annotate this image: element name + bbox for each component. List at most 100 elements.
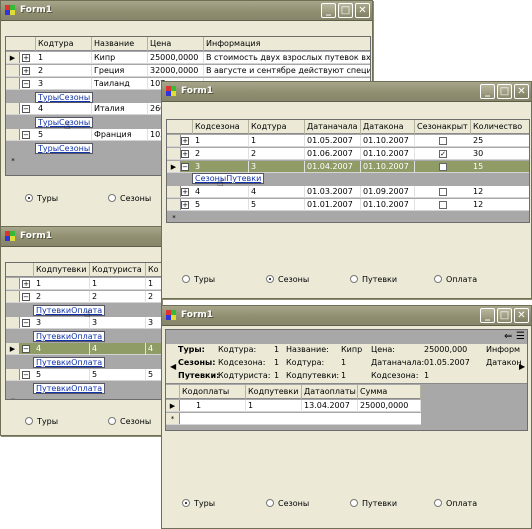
title-bar[interactable]: Form1 _ □ ✕ [162,82,531,102]
radio-tours[interactable]: Туры [182,499,215,508]
asterisk-icon: * [6,155,20,167]
col-header[interactable]: Кодоплаты [180,385,246,399]
maximize-icon[interactable]: □ [338,3,353,18]
closed-checkbox[interactable] [439,188,447,196]
plus-icon[interactable]: + [181,188,189,196]
form-icon [5,5,16,16]
closed-checkbox[interactable] [439,163,447,171]
table-row[interactable]: + 2 2 01.06.2007 01.10.2007 ✓ 30 [167,148,529,160]
relation-link-seasons-vouchers[interactable]: СезоныПутевки [192,173,265,184]
table-row[interactable]: + 2 Греция 32000,0000 В августе и сентяб… [6,65,370,77]
minus-icon[interactable]: − [181,163,189,171]
minus-icon[interactable]: − [22,293,30,301]
title-bar[interactable]: Form1 _ □ ✕ [1,1,372,21]
col-header[interactable]: Информация [204,37,370,51]
minus-icon[interactable]: − [22,371,30,379]
col-header[interactable]: Кодтура [249,120,305,134]
table-row[interactable]: ▶ + 1 Кипр 25000,0000 В стоимость двух в… [6,52,370,64]
radio-payment[interactable]: Оплата [434,499,477,508]
close-icon[interactable]: ✕ [355,3,370,18]
plus-icon[interactable]: + [181,150,189,158]
asterisk-icon: * [167,212,181,222]
title-bar[interactable]: Form1 _ □ ✕ [162,306,531,326]
minimize-icon[interactable]: _ [480,84,495,99]
triangle-right-icon: ▶ [167,161,181,172]
form1-window-seasons: Form1 _ □ ✕ Кодсезона Кодтура Датаначала… [161,81,532,299]
minimize-icon[interactable]: _ [480,308,495,323]
radio-tours[interactable]: Туры [25,417,58,426]
col-header[interactable]: Кодтуриста [90,263,146,277]
col-header[interactable]: Название [92,37,148,51]
col-header[interactable]: Кодсезона [193,120,249,134]
table-row[interactable]: + 1 1 1 [6,278,161,290]
relation-link-vouchers-payment[interactable]: ПутевкиОплата [33,331,106,342]
back-arrow-icon[interactable]: ⇐ [504,331,512,342]
radio-vouchers[interactable]: Путевки [350,499,397,508]
grid-header: Кодсезона Кодтура Датаначала Датакона Се… [167,120,529,134]
form-icon [5,231,16,242]
minimize-icon[interactable]: _ [321,3,336,18]
minus-icon[interactable]: − [22,105,30,113]
seasons-grid[interactable]: Кодсезона Кодтура Датаначала Датакона Се… [166,119,530,223]
close-icon[interactable]: ✕ [514,84,529,99]
table-row[interactable]: − 2 2 2 [6,291,161,303]
minus-icon[interactable]: − [22,345,30,353]
radio-tours[interactable]: Туры [25,194,58,203]
radio-seasons[interactable]: Сезоны [266,499,309,508]
col-header[interactable]: Ко [146,263,161,277]
col-header[interactable]: Датаначала [305,120,361,134]
vouchers-grid[interactable]: Кодпутевки Кодтуриста Ко + 1 1 1 − 2 2 2… [5,262,161,400]
maximize-icon[interactable]: □ [497,308,512,323]
col-header[interactable]: Сумма [358,385,421,399]
radio-tours[interactable]: Туры [182,275,215,284]
plus-icon[interactable]: + [181,137,189,145]
window-title: Form1 [181,86,214,96]
asterisk-icon: * [166,413,180,424]
close-icon[interactable]: ✕ [514,308,529,323]
col-header[interactable]: Цена [148,37,204,51]
col-header[interactable]: Кодтура [36,37,92,51]
grid-header: Кодтура Название Цена Информация [6,37,370,51]
triangle-left-icon[interactable]: ◀ [170,362,176,371]
toggle-parent-rows-icon[interactable]: ☰ [516,331,525,342]
table-row[interactable]: − 5 5 5 [6,369,161,381]
plus-icon[interactable]: + [22,280,30,288]
radio-payment[interactable]: Оплата [434,275,477,284]
relation-link-tours-seasons[interactable]: ТурыСезоны [35,143,94,154]
closed-checkbox[interactable] [439,201,447,209]
title-bar[interactable]: Form1 [1,227,161,247]
payment-grid[interactable]: ⇐ ☰ ◀ ▶ Туры: Кодтура: 1 Название: Кипр … [165,329,528,431]
closed-checkbox[interactable]: ✓ [439,150,447,158]
table-row-selected[interactable]: ▶ − 3 3 01.04.2007 01.10.2007 15 [167,161,529,173]
window-title: Form1 [20,5,53,15]
col-header[interactable]: Кодпутевки [34,263,90,277]
col-header[interactable]: Сезонакрыт [415,120,471,134]
plus-icon[interactable]: + [22,67,30,75]
relation-link-vouchers-payment[interactable]: ПутевкиОплата [33,357,106,368]
closed-checkbox[interactable] [439,137,447,145]
relation-link-vouchers-payment[interactable]: ПутевкиОплата [33,383,106,394]
plus-icon[interactable]: + [181,201,189,209]
table-row[interactable]: + 5 5 01.01.2007 01.10.2007 12 [167,199,529,211]
hand-pointer-icon: ☝ [217,176,224,189]
minus-icon[interactable]: − [22,80,30,88]
relation-link-vouchers-payment[interactable]: ПутевкиОплата [33,305,106,316]
maximize-icon[interactable]: □ [497,84,512,99]
col-header[interactable]: Кодпутевки [246,385,302,399]
minus-icon[interactable]: − [22,319,30,327]
col-header[interactable]: Датаоплаты [302,385,358,399]
col-header[interactable]: Количество [471,120,529,134]
radio-seasons[interactable]: Сезоны [266,275,309,284]
radio-seasons[interactable]: Сезоны [108,417,151,426]
col-header[interactable]: Датакона [361,120,415,134]
table-row-selected[interactable]: ▶ − 4 4 4 [6,343,161,355]
relation-link-tours-seasons[interactable]: ТурыСезоны [35,92,94,103]
plus-icon[interactable]: + [22,54,30,62]
minus-icon[interactable]: − [22,131,30,139]
table-row[interactable]: ▶ 1 1 13.04.2007 25000,0000 [166,400,421,412]
radio-vouchers[interactable]: Путевки [350,275,397,284]
table-row[interactable]: + 1 1 01.05.2007 01.10.2007 25 [167,135,529,147]
radio-seasons[interactable]: Сезоны [108,194,151,203]
new-row[interactable]: * [166,413,421,425]
grid-header: Кодоплаты Кодпутевки Датаоплаты Сумма [166,385,421,399]
